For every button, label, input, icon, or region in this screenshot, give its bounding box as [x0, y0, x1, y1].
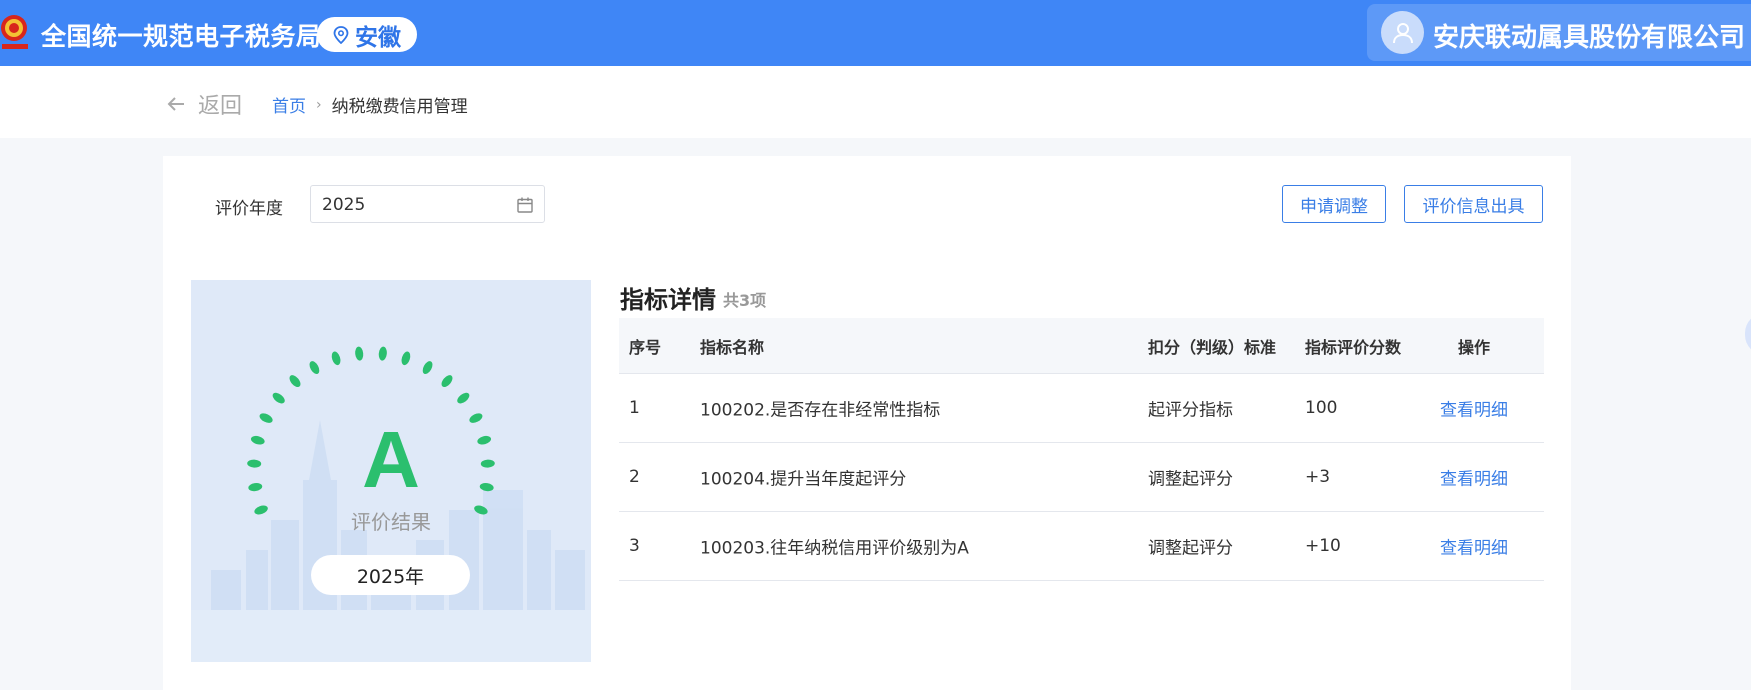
- table-row: 3 100203.往年纳税信用评价级别为A 调整起评分 +10 查看明细: [619, 512, 1544, 581]
- avatar: [1381, 11, 1424, 54]
- dial-dot: [378, 346, 387, 361]
- user-menu[interactable]: 安庆联动属具股份有限公司: [1367, 4, 1751, 61]
- company-name: 安庆联动属具股份有限公司: [1433, 23, 1746, 53]
- column-header-action: 操作: [1457, 337, 1490, 357]
- row-no: 1: [629, 398, 640, 418]
- dial-dot: [401, 351, 411, 366]
- breadcrumb-current: 纳税缴费信用管理: [331, 97, 468, 117]
- row-score: +10: [1305, 536, 1341, 556]
- column-header-no: 序号: [629, 337, 662, 357]
- sub-navigation: 返回 首页 › 纳税缴费信用管理: [0, 66, 1751, 138]
- region-name: 安徽: [355, 24, 401, 51]
- column-header-name: 指标名称: [700, 337, 765, 357]
- table-row: 1 100202.是否存在非经常性指标 起评分指标 100 查看明细: [619, 374, 1544, 443]
- back-label: 返回: [198, 94, 243, 119]
- table-row: 2 100204.提升当年度起评分 调整起评分 +3 查看明细: [619, 443, 1544, 512]
- arrow-left-icon: [167, 97, 184, 111]
- year-value: 2025: [322, 195, 366, 215]
- dial-dot: [422, 361, 433, 375]
- grade-year-badge: 2025年: [311, 555, 470, 595]
- row-score: 100: [1305, 398, 1338, 418]
- dial-dot: [355, 346, 364, 361]
- dial-dot: [309, 361, 320, 375]
- row-no: 3: [629, 536, 640, 556]
- view-detail-link[interactable]: 查看明细: [1409, 465, 1539, 490]
- dial-dot: [457, 392, 470, 404]
- breadcrumb: 首页 › 纳税缴费信用管理: [272, 92, 468, 118]
- issue-info-button[interactable]: 评价信息出具: [1404, 185, 1543, 223]
- view-detail-link[interactable]: 查看明细: [1409, 396, 1539, 421]
- grade-label: 评价结果: [351, 510, 431, 534]
- back-button[interactable]: 返回: [166, 88, 242, 120]
- row-standard: 调整起评分: [1148, 538, 1233, 559]
- row-name: 100204.提升当年度起评分: [700, 469, 907, 490]
- view-detail-link[interactable]: 查看明细: [1409, 534, 1539, 559]
- location-pin-icon: [333, 25, 349, 44]
- apply-adjust-button[interactable]: 申请调整: [1282, 185, 1386, 223]
- grade-letter: A: [362, 415, 420, 504]
- table-header: 序号 指标名称 扣分（判级）标准 指标评价分数 操作: [619, 318, 1544, 374]
- detail-title: 指标详情: [620, 286, 716, 314]
- dial-dot: [331, 351, 341, 366]
- breadcrumb-home[interactable]: 首页: [272, 92, 306, 117]
- row-standard: 起评分指标: [1148, 400, 1233, 421]
- row-name: 100203.往年纳税信用评价级别为A: [700, 538, 969, 559]
- column-header-score: 指标评价分数: [1305, 337, 1402, 357]
- chevron-right-icon: ›: [316, 96, 322, 113]
- indicator-table: 序号 指标名称 扣分（判级）标准 指标评价分数 操作 1 100202.是否存在…: [619, 318, 1544, 581]
- dial-dot: [441, 375, 453, 388]
- row-standard: 调整起评分: [1148, 469, 1233, 490]
- user-icon: [1392, 22, 1413, 43]
- column-header-standard: 扣分（判级）标准: [1148, 337, 1277, 357]
- year-picker[interactable]: 2025: [310, 185, 545, 223]
- row-no: 2: [629, 467, 640, 487]
- row-name: 100202.是否存在非经常性指标: [700, 400, 941, 421]
- dial-dot: [289, 375, 301, 388]
- main-card: 评价年度 2025 申请调整 评价信息出具 A 评价结果 2025年 指标详情 …: [163, 156, 1571, 690]
- dial-dot: [272, 392, 285, 404]
- grade-panel: A 评价结果 2025年: [191, 280, 591, 662]
- region-selector[interactable]: 安徽: [317, 17, 417, 52]
- top-header: 全国统一规范电子税务局 安徽 安庆联动属具股份有限公司: [0, 0, 1751, 66]
- row-score: +3: [1305, 467, 1331, 487]
- detail-count: 共3项: [723, 291, 767, 310]
- calendar-icon: [517, 197, 533, 213]
- national-emblem-icon: [1, 15, 28, 49]
- site-title: 全国统一规范电子税务局: [41, 22, 322, 51]
- year-label: 评价年度: [215, 199, 283, 219]
- floating-side-tab[interactable]: [1745, 313, 1751, 355]
